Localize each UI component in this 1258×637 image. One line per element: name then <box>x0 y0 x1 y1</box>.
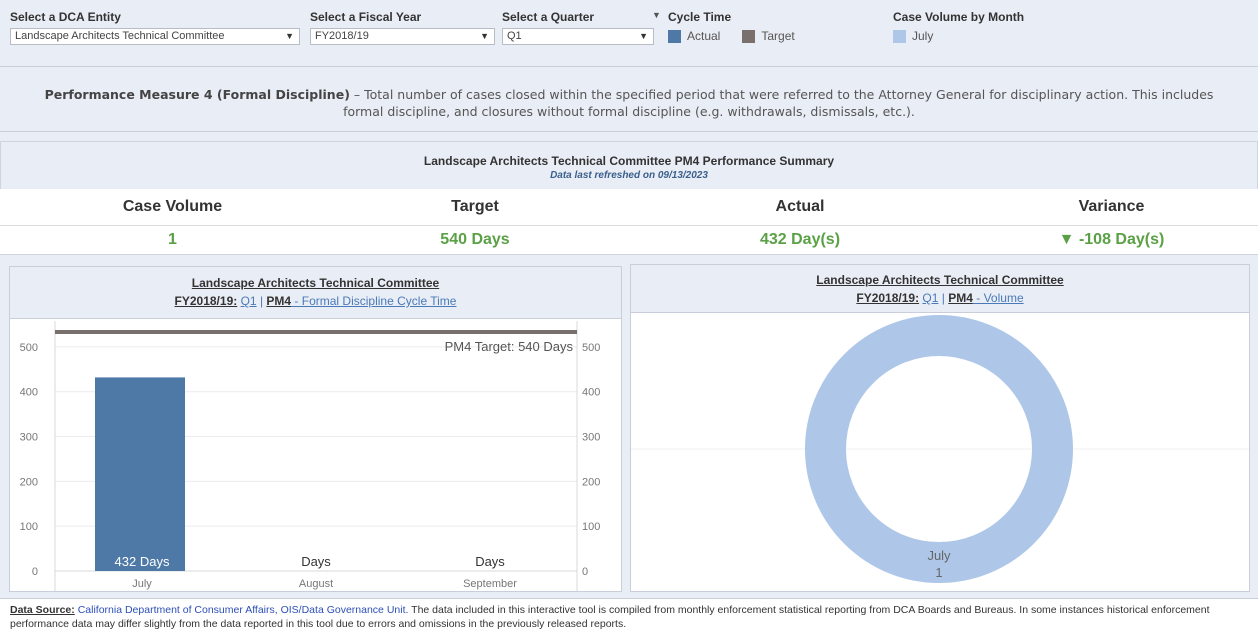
measure-title: Performance Measure 4 (Formal Discipline… <box>44 87 350 102</box>
bar-july <box>95 377 185 571</box>
chevron-down-icon: ▼ <box>480 31 489 41</box>
variance-value: ▼ -108 Day(s) <box>1058 231 1165 248</box>
data-source-footer: Data Source: California Department of Co… <box>0 598 1258 637</box>
y-tick-label-left: 400 <box>20 387 38 399</box>
case-volume-legend: Case Volume by Month July <box>893 10 1024 43</box>
actual-swatch[interactable] <box>668 29 681 43</box>
bar-label-august: Days <box>301 554 331 569</box>
y-tick-label-right: 500 <box>582 342 600 354</box>
filter-bar: Select a DCA Entity Landscape Architects… <box>0 0 1258 58</box>
quarter-filter-label: Select a Quarter <box>502 10 595 24</box>
cycle-time-legend: ▼ Cycle Time Actual Target <box>652 10 795 43</box>
bar-label-july: 432 Days <box>115 554 170 569</box>
y-tick-label-left: 500 <box>20 342 38 354</box>
entity-select-value: Landscape Architects Technical Committee <box>15 30 225 42</box>
data-source-label: Data Source: <box>10 604 75 616</box>
y-tick-label-right: 0 <box>582 566 588 578</box>
actual-legend-label[interactable]: Actual <box>687 29 720 43</box>
cycle-panel-subtitle: FY2018/19: Q1 | PM4 - Formal Discipline … <box>174 294 457 308</box>
measure-line-1: – Total number of cases closed within th… <box>349 87 1214 102</box>
entity-select[interactable]: Landscape Architects Technical Committee… <box>10 28 300 45</box>
fiscal-year-filter-label: Select a Fiscal Year <box>310 10 422 24</box>
volume-panel-subtitle: FY2018/19: Q1 | PM4 - Volume <box>856 291 1024 305</box>
target-label: Target <box>451 198 499 215</box>
target-reference-label: PM4 Target: 540 Days <box>445 339 574 354</box>
target-legend-label[interactable]: Target <box>761 29 794 43</box>
variance-label: Variance <box>1078 198 1145 215</box>
target-swatch[interactable] <box>742 29 756 43</box>
summary-title: Landscape Architects Technical Committee… <box>423 154 835 168</box>
x-tick-label-september: September <box>463 578 517 590</box>
chevron-down-icon: ▼ <box>285 31 294 41</box>
chevron-down-icon: ▼ <box>639 31 648 41</box>
fiscal-year-filter: Select a Fiscal Year FY2018/19 ▼ <box>310 10 495 45</box>
y-tick-label-right: 300 <box>582 432 600 444</box>
entity-filter: Select a DCA Entity Landscape Architects… <box>10 10 300 45</box>
entity-filter-label: Select a DCA Entity <box>10 10 121 24</box>
refresh-date: Data last refreshed on 09/13/2023 <box>550 170 708 181</box>
cycle-panel-title: Landscape Architects Technical Committee <box>191 276 440 290</box>
quarter-filter: Select a Quarter Q1 ▼ <box>502 10 654 45</box>
y-tick-label-right: 200 <box>582 476 600 488</box>
fiscal-year-select-value: FY2018/19 <box>315 30 369 42</box>
case-volume-label: Case Volume <box>122 198 223 215</box>
cycle-time-legend-label: Cycle Time <box>668 10 732 24</box>
quarter-select[interactable]: Q1 ▼ <box>502 28 654 45</box>
bar-label-september: Days <box>475 554 505 569</box>
cycle-time-panel: Landscape Architects Technical Committee… <box>9 266 622 592</box>
y-tick-label-left: 300 <box>20 432 38 444</box>
fiscal-year-select[interactable]: FY2018/19 ▼ <box>310 28 495 45</box>
actual-value: 432 Day(s) <box>759 231 841 248</box>
volume-panel-title: Landscape Architects Technical Committee <box>816 273 1064 287</box>
caret-down-icon[interactable]: ▼ <box>652 10 661 20</box>
data-source-link[interactable]: California Department of Consumer Affair… <box>78 604 409 616</box>
measure-line-2: formal discipline, and closures without … <box>343 104 915 119</box>
case-volume-donut-chart: July 1 <box>631 315 1249 583</box>
cycle-time-bar-chart: 0 0 100 100 200 200 300 300 400 400 500 500 432 Days… <box>20 321 600 591</box>
measure-description: Performance Measure 4 (Formal Discipline… <box>0 66 1258 132</box>
volume-panel: Landscape Architects Technical Committee… <box>630 264 1250 592</box>
performance-summary: Landscape Architects Technical Committee… <box>0 141 1258 261</box>
y-tick-label-left: 200 <box>20 476 38 488</box>
y-tick-label-right: 100 <box>582 521 600 533</box>
donut-label-july: July <box>927 548 951 563</box>
actual-label: Actual <box>775 198 825 215</box>
target-value: 540 Days <box>440 231 510 248</box>
y-tick-label-left: 100 <box>20 521 38 533</box>
case-volume-value: 1 <box>168 231 177 248</box>
x-tick-label-august: August <box>299 578 333 590</box>
x-tick-label-july: July <box>132 578 152 590</box>
y-tick-label-left: 0 <box>32 566 38 578</box>
y-tick-label-right: 400 <box>582 387 600 399</box>
donut-value-july: 1 <box>935 565 942 580</box>
quarter-select-value: Q1 <box>507 30 522 42</box>
case-volume-legend-label: Case Volume by Month <box>893 10 1025 24</box>
july-legend-label[interactable]: July <box>912 29 933 43</box>
july-swatch[interactable] <box>893 29 906 43</box>
